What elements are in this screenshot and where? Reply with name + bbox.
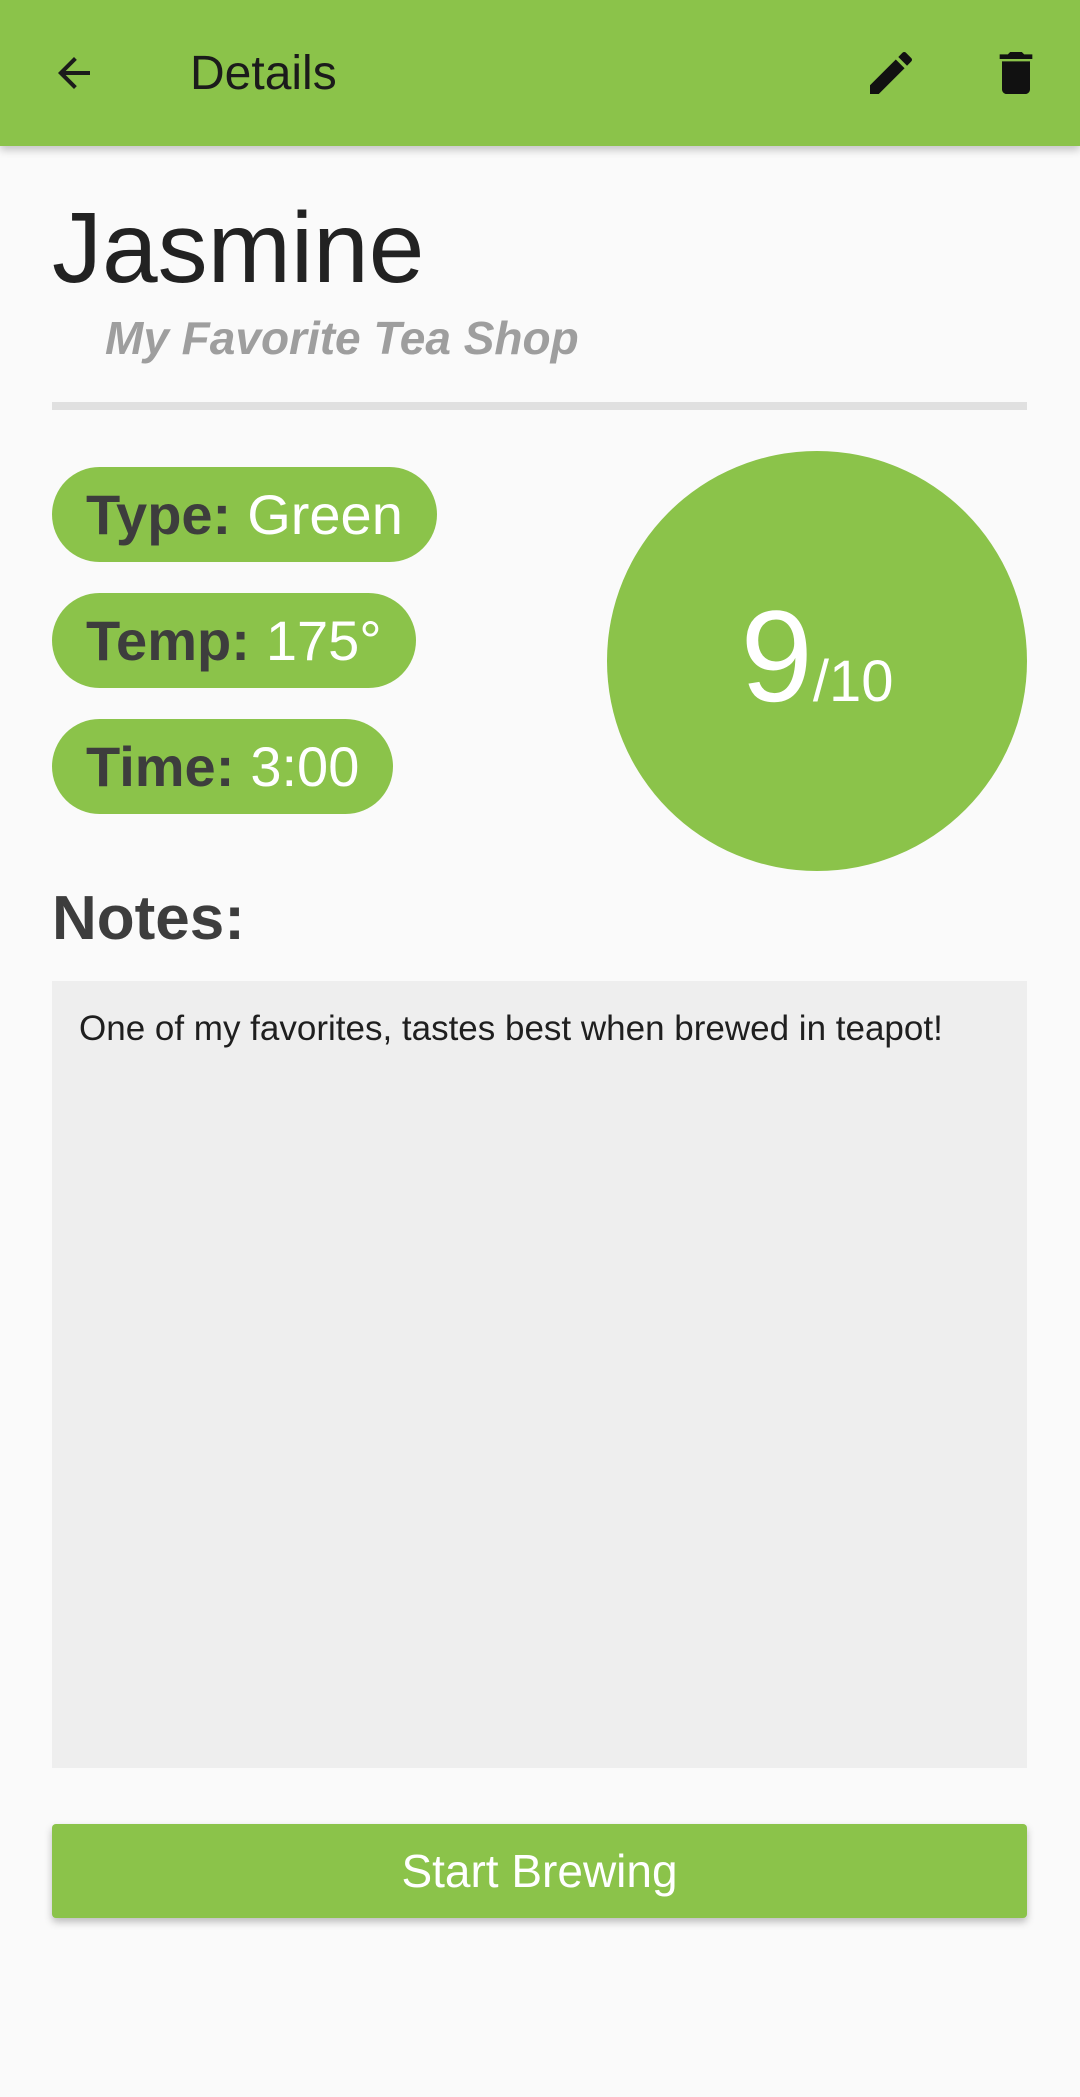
time-chip: Time: 3:00 xyxy=(52,719,394,814)
start-brewing-button[interactable]: Start Brewing xyxy=(52,1824,1027,1918)
app-bar: Details xyxy=(0,0,1080,146)
page-title: Details xyxy=(190,47,337,100)
delete-button[interactable] xyxy=(980,37,1052,109)
rating-value: 9 xyxy=(740,583,813,729)
tea-shop-name: My Favorite Tea Shop xyxy=(105,312,579,364)
rating-suffix: /10 xyxy=(812,649,894,714)
tea-name: Jasmine xyxy=(52,192,425,304)
temp-label: Temp: xyxy=(86,609,250,672)
type-chip: Type: Green xyxy=(52,467,437,562)
back-button[interactable] xyxy=(38,37,110,109)
trash-icon xyxy=(999,52,1033,94)
rating-circle: 9 /10 xyxy=(607,451,1027,871)
type-label: Type: xyxy=(86,483,232,546)
temp-value: 175° xyxy=(265,609,382,672)
edit-button[interactable] xyxy=(855,37,927,109)
notes-label: Notes: xyxy=(52,884,245,953)
notes-text: One of my favorites, tastes best when br… xyxy=(52,981,1027,1768)
pencil-icon xyxy=(870,51,913,94)
time-label: Time: xyxy=(86,735,235,798)
time-value: 3:00 xyxy=(250,735,360,798)
type-value: Green xyxy=(247,483,403,546)
header-divider xyxy=(52,402,1027,410)
arrow-back-icon xyxy=(58,57,90,89)
temp-chip: Temp: 175° xyxy=(52,593,416,688)
